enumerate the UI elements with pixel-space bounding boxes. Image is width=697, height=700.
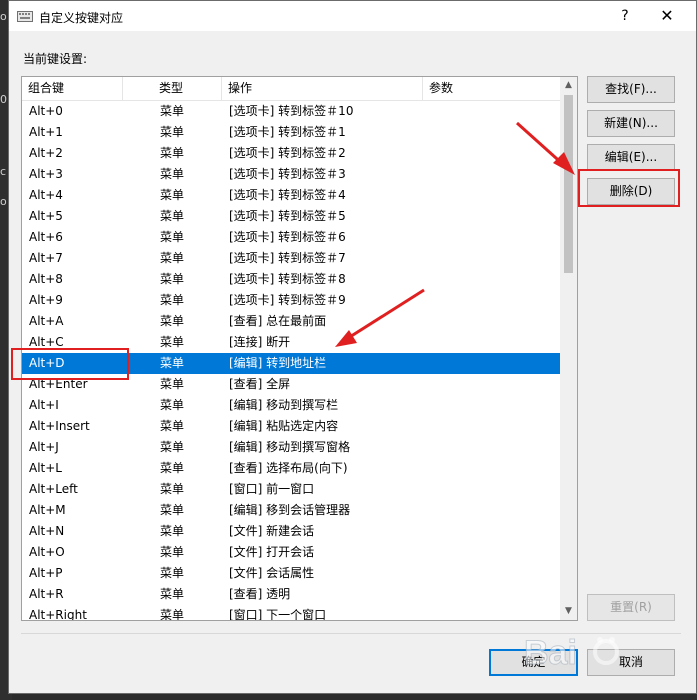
- arrow-to-selected-row: [344, 288, 425, 342]
- arrow-head-delete: [553, 152, 575, 175]
- annotation-arrows: [335, 121, 575, 347]
- arrow-head-selected-row: [335, 330, 357, 347]
